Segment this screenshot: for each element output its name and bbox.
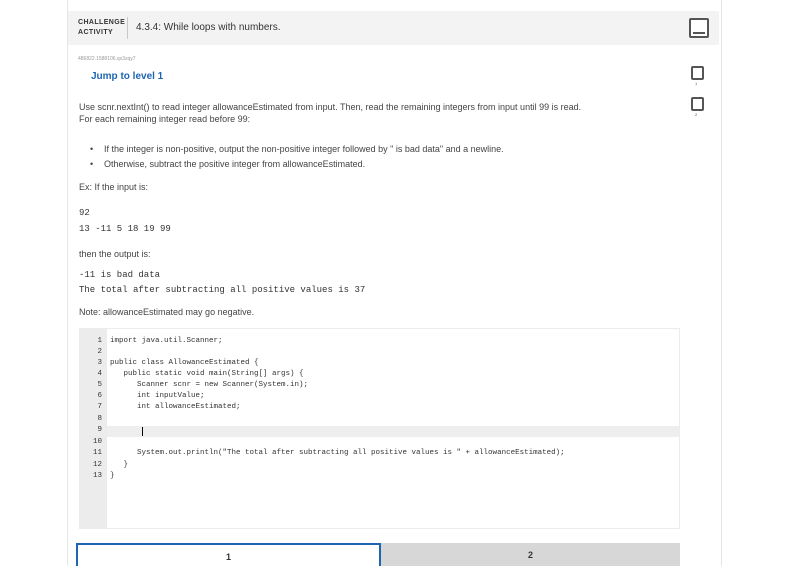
line-number: 8 xyxy=(97,415,102,423)
code-line: System.out.println("The total after subt… xyxy=(110,449,565,457)
code-line: public class AllowanceEstimated { xyxy=(110,359,259,367)
description-line-2: For each remaining integer read before 9… xyxy=(79,114,251,124)
level-2-progress-icon[interactable] xyxy=(691,97,704,111)
description-line-1: Use scnr.nextInt() to read integer allow… xyxy=(79,102,582,112)
challenge-label-line2: ACTIVITY xyxy=(78,29,114,36)
code-line: public static void main(String[] args) { xyxy=(110,370,304,378)
level-tabs: 1 2 xyxy=(76,543,680,566)
level-tab-1[interactable]: 1 xyxy=(76,543,381,566)
code-line: } xyxy=(110,472,115,480)
example-output-line-2: The total after subtracting all positive… xyxy=(79,285,366,295)
challenge-label-line1: CHALLENGE xyxy=(78,19,126,26)
example-output-line-1: -11 is bad data xyxy=(79,270,161,280)
line-number: 9 xyxy=(97,426,102,434)
line-number: 11 xyxy=(92,449,102,457)
line-number: 1 xyxy=(97,337,102,345)
rule-item: If the integer is non-positive, output t… xyxy=(90,142,504,157)
line-number: 3 xyxy=(97,359,102,367)
line-number: 6 xyxy=(97,392,102,400)
code-line: import java.util.Scanner; xyxy=(110,337,223,345)
example-input-label: Ex: If the input is: xyxy=(79,182,149,192)
line-number: 10 xyxy=(92,438,102,446)
example-input-line-2: 13 -11 5 18 19 99 xyxy=(79,224,171,234)
level-1-number: 1 xyxy=(695,81,698,86)
level-2-number: 2 xyxy=(695,112,698,117)
reference-code: 486822.1588106.qx3zqy7 xyxy=(78,56,136,62)
level-1-progress-icon[interactable] xyxy=(691,66,704,80)
example-input-line-1: 92 xyxy=(79,208,90,218)
level-tab-2[interactable]: 2 xyxy=(381,543,680,566)
line-number: 5 xyxy=(97,381,102,389)
note-text: Note: allowanceEstimated may go negative… xyxy=(79,307,255,317)
header-divider xyxy=(127,17,128,39)
code-line: } xyxy=(110,461,129,469)
activity-completion-icon xyxy=(689,18,709,38)
rule-item: Otherwise, subtract the positive integer… xyxy=(90,157,504,172)
line-number: 4 xyxy=(97,370,102,378)
code-line: Scanner scnr = new Scanner(System.in); xyxy=(110,381,309,389)
line-number: 2 xyxy=(97,348,102,356)
code-line: int inputValue; xyxy=(110,392,205,400)
activity-header: CHALLENGE ACTIVITY 4.3.4: While loops wi… xyxy=(68,11,719,45)
active-line-highlight xyxy=(107,426,679,437)
jump-to-level-link[interactable]: Jump to level 1 xyxy=(91,71,163,82)
line-number: 12 xyxy=(92,461,102,469)
code-line: int allowanceEstimated; xyxy=(110,403,241,411)
rules-list: If the integer is non-positive, output t… xyxy=(90,142,504,172)
line-number: 13 xyxy=(92,472,102,480)
text-cursor xyxy=(142,427,143,436)
activity-title: 4.3.4: While loops with numbers. xyxy=(136,22,281,33)
example-output-label: then the output is: xyxy=(79,249,151,259)
code-editor[interactable]: 1 2 3 4 5 6 7 8 9 10 11 12 13 import jav… xyxy=(79,328,680,529)
problem-description: Use scnr.nextInt() to read integer allow… xyxy=(79,101,679,125)
challenge-activity-label: CHALLENGE ACTIVITY xyxy=(78,18,125,38)
line-number: 7 xyxy=(97,403,102,411)
